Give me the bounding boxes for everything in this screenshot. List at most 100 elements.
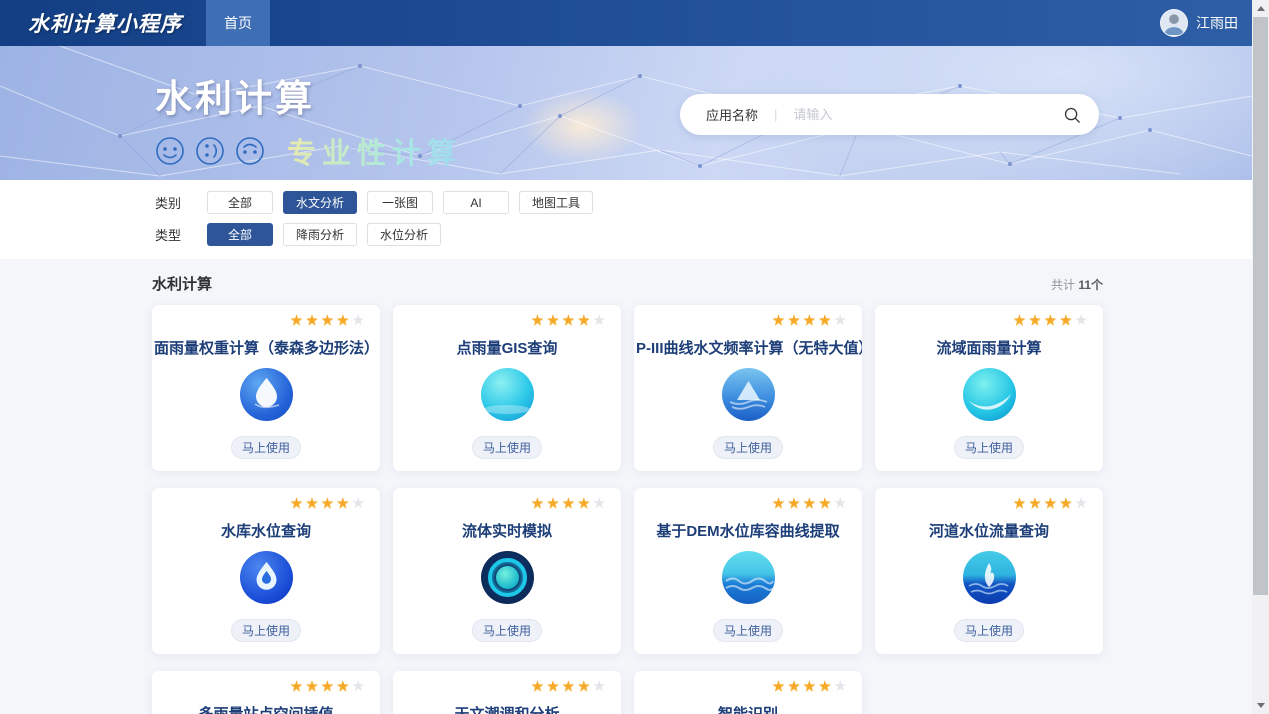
star-filled-icon: ★ [321, 312, 336, 329]
app-title: 智能识别 [634, 703, 862, 714]
app-title: 基于DEM水位库容曲线提取 [634, 520, 862, 541]
user-menu[interactable]: 江雨田 [1160, 0, 1238, 46]
star-filled-icon: ★ [290, 312, 305, 329]
search-input[interactable] [793, 107, 1063, 122]
star-filled-icon: ★ [1059, 495, 1074, 512]
app-list-section: 水利计算 共计 11个 ★★★★★面雨量权重计算（泰森多边形法）马上使用★★★★… [152, 259, 1103, 714]
star-filled-icon: ★ [531, 495, 546, 512]
star-filled-icon: ★ [787, 678, 802, 695]
use-now-button[interactable]: 马上使用 [713, 436, 783, 459]
star-filled-icon: ★ [1044, 312, 1059, 329]
star-filled-icon: ★ [321, 678, 336, 695]
filter-option[interactable]: 水位分析 [367, 223, 441, 246]
filter-row: 类别全部水文分析一张图AI地图工具 [155, 191, 1252, 214]
count-prefix: 共计 [1051, 278, 1075, 292]
app-card[interactable]: ★★★★★水库水位查询马上使用 [152, 488, 380, 654]
app-card[interactable]: ★★★★★河道水位流量查询马上使用 [875, 488, 1103, 654]
search-icon[interactable] [1063, 106, 1081, 124]
star-filled-icon: ★ [577, 495, 592, 512]
hero-title: 水利计算 [155, 68, 462, 122]
use-now-button[interactable]: 马上使用 [472, 619, 542, 642]
scrollbar-thumb[interactable] [1253, 17, 1268, 595]
use-now-button[interactable]: 马上使用 [231, 436, 301, 459]
user-avatar[interactable] [1160, 9, 1188, 37]
star-empty-icon: ★ [593, 678, 608, 695]
star-empty-icon: ★ [834, 495, 849, 512]
app-card[interactable]: ★★★★★流体实时模拟马上使用 [393, 488, 621, 654]
rating-stars: ★★★★★ [393, 671, 621, 694]
star-filled-icon: ★ [772, 678, 787, 695]
star-filled-icon: ★ [290, 678, 305, 695]
star-filled-icon: ★ [772, 495, 787, 512]
star-filled-icon: ★ [1013, 312, 1028, 329]
filter-option[interactable]: 降雨分析 [283, 223, 357, 246]
star-empty-icon: ★ [834, 312, 849, 329]
filter-option[interactable]: AI [443, 191, 509, 214]
star-filled-icon: ★ [803, 495, 818, 512]
app-card[interactable]: ★★★★★流域面雨量计算马上使用 [875, 305, 1103, 471]
star-filled-icon: ★ [290, 495, 305, 512]
basin-wave-sphere-icon [963, 368, 1016, 421]
dem-ocean-wave-icon [722, 551, 775, 604]
star-filled-icon: ★ [818, 312, 833, 329]
filter-option[interactable]: 全部 [207, 191, 273, 214]
star-empty-icon: ★ [593, 495, 608, 512]
app-title: 水库水位查询 [152, 520, 380, 541]
star-empty-icon: ★ [1075, 495, 1090, 512]
star-filled-icon: ★ [577, 312, 592, 329]
search-divider: | [774, 107, 777, 122]
app-title: 多雨量站点空间插值 [152, 703, 380, 714]
app-card[interactable]: ★★★★★ P-III曲线水文频率计算（无特大值） 马上使用 [634, 305, 862, 471]
app-card[interactable]: ★★★★★点雨量GIS查询马上使用 [393, 305, 621, 471]
rating-stars: ★★★★★ [634, 305, 862, 328]
filter-option[interactable]: 水文分析 [283, 191, 357, 214]
star-filled-icon: ★ [1013, 495, 1028, 512]
star-filled-icon: ★ [531, 312, 546, 329]
app-card[interactable]: ★★★★★基于DEM水位库容曲线提取马上使用 [634, 488, 862, 654]
river-splash-icon [963, 551, 1016, 604]
rating-stars: ★★★★★ [634, 671, 862, 694]
star-filled-icon: ★ [305, 678, 320, 695]
page: 水利计算小程序 首页 江雨田 [0, 0, 1269, 714]
rating-stars: ★★★★★ [152, 488, 380, 511]
nav-tab-home[interactable]: 首页 [206, 0, 270, 46]
filter-option[interactable]: 全部 [207, 223, 273, 246]
star-empty-icon: ★ [352, 495, 367, 512]
smiley-sideways-icon [195, 136, 225, 166]
filter-option[interactable]: 地图工具 [519, 191, 593, 214]
scroll-down-arrow-icon[interactable] [1252, 697, 1269, 714]
search-field-label: 应用名称 [706, 105, 758, 124]
app-logo: 水利计算小程序 [28, 8, 182, 38]
use-now-button[interactable]: 马上使用 [231, 619, 301, 642]
use-now-button[interactable]: 马上使用 [954, 436, 1024, 459]
star-empty-icon: ★ [352, 678, 367, 695]
star-filled-icon: ★ [562, 312, 577, 329]
star-filled-icon: ★ [577, 678, 592, 695]
use-now-button[interactable]: 马上使用 [954, 619, 1024, 642]
star-filled-icon: ★ [546, 495, 561, 512]
star-filled-icon: ★ [336, 678, 351, 695]
app-card[interactable]: ★★★★★面雨量权重计算（泰森多边形法）马上使用 [152, 305, 380, 471]
use-now-button[interactable]: 马上使用 [472, 436, 542, 459]
app-title: 天文潮调和分析 [393, 703, 621, 714]
filter-option[interactable]: 一张图 [367, 191, 433, 214]
star-filled-icon: ★ [336, 312, 351, 329]
vertical-scrollbar[interactable] [1252, 0, 1269, 714]
rating-stars: ★★★★★ [393, 488, 621, 511]
scroll-up-arrow-icon[interactable] [1252, 0, 1269, 17]
hero-subtitle: 专业性计算 [287, 130, 462, 172]
user-name[interactable]: 江雨田 [1196, 13, 1238, 33]
app-title: 点雨量GIS查询 [393, 337, 621, 358]
app-title: 河道水位流量查询 [875, 520, 1103, 541]
app-card[interactable]: ★★★★★多雨量站点空间插值马上使用 [152, 671, 380, 714]
app-title: 流域面雨量计算 [875, 337, 1103, 358]
app-card[interactable]: ★★★★★智能识别马上使用 [634, 671, 862, 714]
app-card[interactable]: ★★★★★天文潮调和分析马上使用 [393, 671, 621, 714]
star-filled-icon: ★ [321, 495, 336, 512]
filter-group-label: 类型 [155, 225, 207, 244]
use-now-button[interactable]: 马上使用 [713, 619, 783, 642]
star-filled-icon: ★ [531, 678, 546, 695]
count-value: 11个 [1078, 278, 1103, 292]
app-title: P-III曲线水文频率计算（无特大值） [634, 337, 862, 358]
filter-row: 类型全部降雨分析水位分析 [155, 223, 1252, 246]
